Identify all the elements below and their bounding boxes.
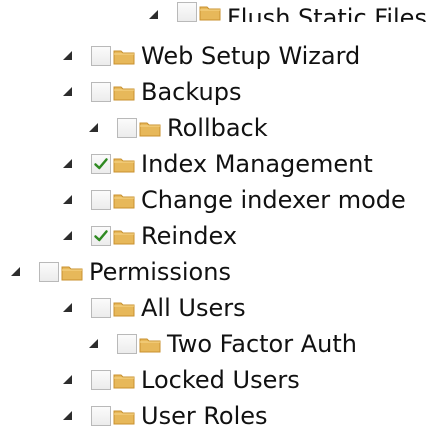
triangle-expanded-icon	[63, 411, 72, 420]
tree-item-label: Backups	[141, 78, 242, 106]
folder-icon	[113, 370, 135, 390]
tree-item-locked-users[interactable]: Locked Users	[61, 362, 300, 398]
expand-toggle-icon[interactable]	[147, 8, 161, 22]
tree-item-label: Rollback	[167, 114, 268, 142]
tree-item-all-users[interactable]: All Users	[61, 290, 246, 326]
folder-icon	[139, 334, 161, 354]
triangle-expanded-icon	[63, 51, 72, 60]
checkbox[interactable]	[117, 334, 137, 354]
triangle-expanded-icon	[63, 159, 72, 168]
tree-item-label: Index Management	[141, 150, 373, 178]
folder-icon	[113, 154, 135, 174]
triangle-expanded-icon	[11, 267, 20, 276]
tree-item-reindex[interactable]: Reindex	[61, 218, 237, 254]
folder-icon	[61, 262, 83, 282]
folder-icon	[113, 226, 135, 246]
triangle-expanded-icon	[89, 339, 98, 348]
tree-item-rollback[interactable]: Rollback	[87, 110, 268, 146]
tree-item-label: Change indexer mode	[141, 186, 406, 214]
tree-item-label: Two Factor Auth	[167, 330, 357, 358]
expand-toggle-icon[interactable]	[61, 409, 75, 423]
folder-icon	[199, 2, 221, 22]
expand-toggle-icon[interactable]	[61, 301, 75, 315]
tree-item-label: All Users	[141, 294, 246, 322]
tree-item-backups[interactable]: Backups	[61, 74, 241, 110]
tree-item-two-factor-auth[interactable]: Two Factor Auth	[87, 326, 357, 362]
tree-item-label: Reindex	[141, 222, 238, 250]
tree-item-label: Permissions	[89, 258, 231, 286]
tree-item-index-management[interactable]: Index Management	[61, 146, 373, 182]
folder-icon	[113, 46, 135, 66]
tree-item-label: Web Setup Wizard	[141, 42, 361, 70]
triangle-expanded-icon	[63, 303, 72, 312]
checkbox-checked[interactable]	[91, 226, 111, 246]
folder-icon	[113, 298, 135, 318]
triangle-expanded-icon	[63, 231, 72, 240]
triangle-expanded-icon	[149, 10, 158, 19]
checkbox[interactable]	[91, 370, 111, 390]
checkbox[interactable]	[91, 190, 111, 210]
tree-item-web-setup-wizard[interactable]: Web Setup Wizard	[61, 38, 360, 74]
checkbox[interactable]	[177, 2, 197, 22]
triangle-expanded-icon	[63, 375, 72, 384]
checkbox[interactable]	[91, 46, 111, 66]
tree-item-label: Locked Users	[141, 366, 300, 394]
tree-item-change-indexer-mode[interactable]: Change indexer mode	[61, 182, 406, 218]
checkbox-checked[interactable]	[91, 154, 111, 174]
checkmark-icon	[94, 158, 108, 170]
permissions-tree: Flush Static Files Web Setup Wizard Back…	[0, 0, 438, 432]
expand-toggle-icon[interactable]	[61, 157, 75, 171]
checkbox[interactable]	[117, 118, 137, 138]
expand-toggle-icon[interactable]	[87, 121, 101, 135]
checkbox[interactable]	[91, 82, 111, 102]
folder-icon	[113, 406, 135, 426]
folder-icon	[113, 82, 135, 102]
expand-toggle-icon[interactable]	[87, 337, 101, 351]
checkbox[interactable]	[39, 262, 59, 282]
tree-item-label: Flush Static Files	[227, 4, 427, 22]
expand-toggle-icon[interactable]	[61, 193, 75, 207]
checkbox[interactable]	[91, 406, 111, 426]
triangle-expanded-icon	[89, 123, 98, 132]
triangle-expanded-icon	[63, 87, 72, 96]
tree-item-permissions[interactable]: Permissions	[9, 254, 231, 290]
folder-icon	[139, 118, 161, 138]
expand-toggle-icon[interactable]	[61, 229, 75, 243]
triangle-expanded-icon	[63, 195, 72, 204]
tree-item-user-roles[interactable]: User Roles	[61, 398, 268, 434]
tree-item-label: User Roles	[141, 402, 268, 430]
expand-toggle-icon[interactable]	[61, 49, 75, 63]
expand-toggle-icon[interactable]	[61, 373, 75, 387]
checkmark-icon	[94, 230, 108, 242]
folder-icon	[113, 190, 135, 210]
tree-item-flush-static-files[interactable]: Flush Static Files	[147, 0, 427, 22]
expand-toggle-icon[interactable]	[61, 85, 75, 99]
checkbox[interactable]	[91, 298, 111, 318]
expand-toggle-icon[interactable]	[9, 265, 23, 279]
